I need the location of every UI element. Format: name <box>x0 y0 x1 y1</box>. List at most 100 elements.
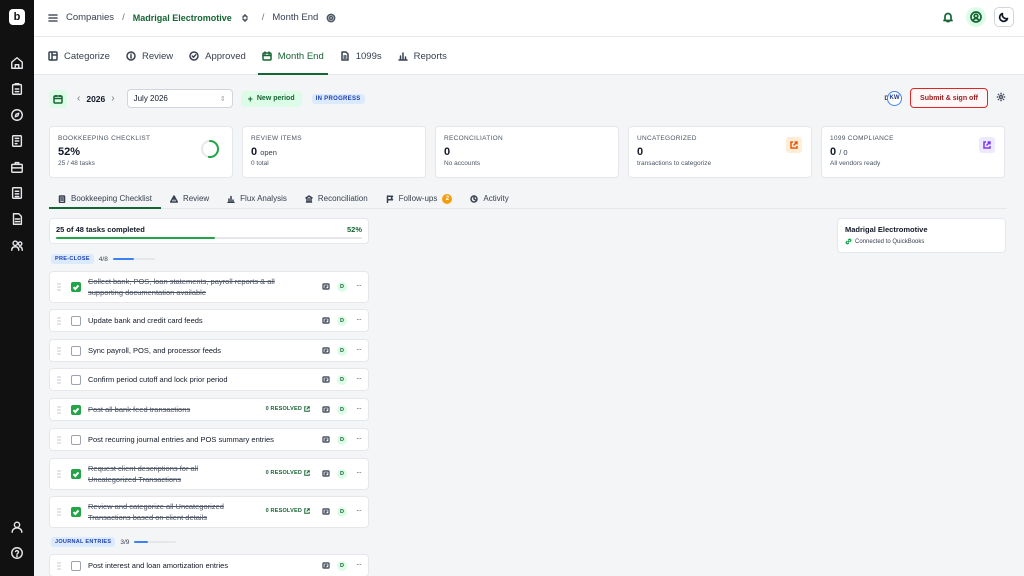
bookkeeping-checklist-card[interactable]: BOOKKEEPING CHECKLIST 52% 25 / 48 tasks <box>49 126 233 178</box>
more-options-icon[interactable]: ··· <box>356 469 362 477</box>
checklist-task-row[interactable]: Confirm period cutoff and lock prior per… <box>49 368 369 391</box>
comment-icon[interactable] <box>322 508 330 516</box>
assignee-badge[interactable]: D <box>337 434 347 445</box>
app-logo[interactable]: b <box>9 9 25 25</box>
tab-month-end[interactable]: Month End <box>254 37 332 75</box>
checklist-task-row[interactable]: Post all bank feed transactions 0 RESOLVE… <box>49 398 369 421</box>
task-checkbox[interactable] <box>71 374 81 385</box>
comment-icon[interactable] <box>322 470 330 478</box>
checklist-task-row[interactable]: Review and categorize all Uncategorized T… <box>49 496 369 528</box>
comment-icon[interactable] <box>322 283 330 291</box>
drag-handle-icon[interactable] <box>57 435 61 444</box>
1099-compliance-card[interactable]: 1099 COMPLIANCE 0 / 0 All vendors ready <box>821 126 1005 178</box>
task-checkbox[interactable] <box>71 282 81 292</box>
users-icon[interactable] <box>10 238 24 252</box>
checklist-task-row[interactable]: Request client descriptions for all Uncat… <box>49 458 369 490</box>
checklist-task-row[interactable]: Post interest and loan amortization entr… <box>49 554 369 576</box>
home-icon[interactable] <box>10 56 24 70</box>
new-period-button[interactable]: + New period <box>240 90 302 107</box>
more-options-icon[interactable]: ··· <box>356 282 362 290</box>
checklist-task-row[interactable]: Update bank and credit card feeds D ··· <box>49 309 369 332</box>
tab-1099s[interactable]: 1099s <box>332 37 390 75</box>
ledger-icon[interactable] <box>10 134 24 148</box>
resolved-link[interactable]: 0 RESOLVED <box>266 470 310 476</box>
comment-icon[interactable] <box>322 316 330 325</box>
next-year-chevron-icon[interactable]: › <box>111 93 114 104</box>
section-header-journal-entries[interactable]: JOURNAL ENTRIES 3/9 <box>51 537 177 547</box>
tab-review[interactable]: Review <box>118 37 181 75</box>
comment-icon[interactable] <box>322 375 330 384</box>
subtab-flux-analysis[interactable]: Flux Analysis <box>218 189 296 208</box>
external-link-icon[interactable] <box>786 137 802 153</box>
compass-icon[interactable] <box>10 108 24 122</box>
assignee-badge[interactable]: D <box>337 315 347 326</box>
more-options-icon[interactable]: ··· <box>356 345 362 354</box>
drag-handle-icon[interactable] <box>57 561 61 570</box>
user-avatar-icon[interactable] <box>966 7 986 27</box>
submit-sign-off-button[interactable]: Submit & sign off <box>910 88 988 108</box>
section-header-pre-close[interactable]: PRE-CLOSE 4/8 <box>51 254 155 264</box>
reconciliation-card[interactable]: RECONCILIATION 0 No accounts <box>435 126 619 178</box>
notifications-bell-icon[interactable] <box>938 7 958 27</box>
task-checkbox[interactable] <box>71 560 81 571</box>
account-icon[interactable] <box>10 520 24 534</box>
checklist-task-row[interactable]: Collect bank, POS, loan statements, payr… <box>49 271 369 303</box>
assignee-badge[interactable]: D <box>337 345 347 356</box>
assignee-badge[interactable]: D <box>337 282 347 292</box>
assignee-badge[interactable]: D <box>337 560 347 571</box>
drag-handle-icon[interactable] <box>57 508 61 516</box>
company-switcher-icon[interactable] <box>240 13 250 23</box>
uncategorized-card[interactable]: UNCATEGORIZED 0 transactions to categori… <box>628 126 812 178</box>
tab-approved[interactable]: Approved <box>181 37 254 75</box>
task-checkbox[interactable] <box>71 404 81 415</box>
report-icon[interactable] <box>10 212 24 226</box>
task-checkbox[interactable] <box>71 469 81 479</box>
assignee-avatars[interactable]: D KW <box>884 90 903 106</box>
more-options-icon[interactable]: ··· <box>356 374 362 383</box>
briefcase-icon[interactable] <box>10 160 24 174</box>
breadcrumb-companies[interactable]: Companies <box>66 12 114 23</box>
help-icon[interactable] <box>10 546 24 560</box>
drag-handle-icon[interactable] <box>57 316 61 325</box>
resolved-link[interactable]: 0 RESOLVED <box>266 406 310 412</box>
subtab-review[interactable]: Review <box>161 189 218 208</box>
external-link-icon[interactable] <box>979 137 995 153</box>
checklist-task-row[interactable]: Sync payroll, POS, and processor feeds D ·… <box>49 339 369 362</box>
comment-icon[interactable] <box>322 561 330 570</box>
document-icon[interactable] <box>10 186 24 200</box>
task-checkbox[interactable] <box>71 315 81 326</box>
review-items-card[interactable]: REVIEW ITEMS 0 open 0 total <box>242 126 426 178</box>
gear-icon[interactable] <box>996 92 1006 104</box>
dark-mode-moon-icon[interactable] <box>994 7 1014 27</box>
drag-handle-icon[interactable] <box>57 283 61 291</box>
month-select[interactable]: July 2026 ⇕ <box>126 89 233 108</box>
comment-icon[interactable] <box>322 435 330 444</box>
menu-icon[interactable] <box>48 13 58 23</box>
drag-handle-icon[interactable] <box>57 346 61 355</box>
assignee-badge[interactable]: D <box>337 507 347 517</box>
subtab-follow-ups[interactable]: Follow-ups 2 <box>377 189 462 208</box>
breadcrumb-company[interactable]: Madrigal Electromotive <box>133 13 232 23</box>
more-options-icon[interactable]: ··· <box>356 434 362 443</box>
resolved-link[interactable]: 0 RESOLVED <box>266 508 310 514</box>
more-options-icon[interactable]: ··· <box>356 507 362 515</box>
checklist-task-row[interactable]: Post recurring journal entries and POS s… <box>49 428 369 451</box>
calendar-button[interactable] <box>49 89 67 108</box>
drag-handle-icon[interactable] <box>57 470 61 478</box>
page-settings-icon[interactable] <box>326 13 336 23</box>
subtab-activity[interactable]: Activity <box>461 189 517 208</box>
assignee-badge[interactable]: D <box>337 469 347 479</box>
subtab-bookkeeping-checklist[interactable]: Bookkeeping Checklist <box>49 189 161 209</box>
more-options-icon[interactable]: ··· <box>356 560 362 569</box>
more-options-icon[interactable]: ··· <box>356 404 362 413</box>
tab-categorize[interactable]: Categorize <box>40 37 118 75</box>
prev-year-chevron-icon[interactable]: ‹ <box>77 93 80 104</box>
task-checkbox[interactable] <box>71 345 81 356</box>
more-options-icon[interactable]: ··· <box>356 315 362 324</box>
tab-reports[interactable]: Reports <box>390 37 455 75</box>
assignee-badge[interactable]: D <box>337 404 347 415</box>
comment-icon[interactable] <box>322 346 330 355</box>
task-checkbox[interactable] <box>71 434 81 445</box>
drag-handle-icon[interactable] <box>57 375 61 384</box>
clipboard-icon[interactable] <box>10 82 24 96</box>
